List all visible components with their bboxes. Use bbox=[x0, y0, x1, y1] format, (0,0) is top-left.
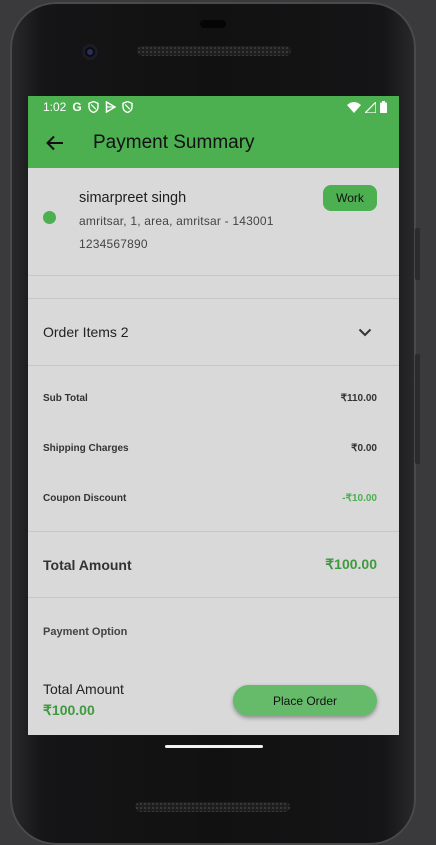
status-bar: 1:02 G bbox=[28, 96, 399, 118]
shield-icon bbox=[122, 101, 133, 113]
address-name: simarpreet singh bbox=[79, 190, 187, 206]
play-store-icon bbox=[105, 101, 116, 113]
footer-total-value: ₹100.00 bbox=[43, 702, 95, 718]
address-card[interactable]: simarpreet singh amritsar, 1, area, amri… bbox=[28, 168, 399, 276]
payment-option-section: Payment Option bbox=[28, 598, 399, 660]
place-order-button[interactable]: Place Order bbox=[233, 685, 377, 716]
battery-icon bbox=[380, 101, 387, 113]
status-time: 1:02 bbox=[43, 100, 67, 114]
arrow-back-icon bbox=[46, 135, 63, 151]
home-indicator[interactable] bbox=[165, 745, 263, 748]
total-amount-label: Total Amount bbox=[43, 556, 132, 573]
address-line: amritsar, 1, area, amritsar - 143001 bbox=[79, 214, 274, 228]
order-items-expander[interactable]: Order Items 2 bbox=[28, 299, 399, 366]
subtotal-label: Sub Total bbox=[43, 393, 88, 404]
shield-icon bbox=[88, 101, 99, 113]
address-phone: 1234567890 bbox=[79, 237, 148, 251]
back-button[interactable] bbox=[30, 118, 80, 168]
wifi-icon bbox=[347, 101, 361, 113]
address-tag-badge: Work bbox=[323, 185, 377, 211]
shipping-row: Shipping Charges ₹0.00 bbox=[43, 443, 377, 454]
divider bbox=[28, 276, 399, 299]
shipping-value: ₹0.00 bbox=[351, 443, 377, 454]
price-summary: Sub Total ₹110.00 Shipping Charges ₹0.00… bbox=[28, 366, 399, 532]
top-speaker bbox=[137, 46, 291, 56]
payment-option-label: Payment Option bbox=[43, 626, 128, 638]
front-camera bbox=[82, 44, 98, 60]
app-screen: 1:02 G Payment Summary simarpreet singh … bbox=[28, 96, 399, 735]
power-button bbox=[415, 228, 420, 280]
coupon-row: Coupon Discount -₹10.00 bbox=[43, 493, 377, 504]
signal-icon bbox=[365, 101, 376, 113]
coupon-value: -₹10.00 bbox=[342, 493, 377, 504]
address-radio[interactable] bbox=[43, 211, 56, 224]
order-items-label: Order Items 2 bbox=[43, 324, 129, 340]
subtotal-row: Sub Total ₹110.00 bbox=[43, 393, 377, 404]
shipping-label: Shipping Charges bbox=[43, 443, 129, 454]
app-bar: Payment Summary bbox=[28, 118, 399, 168]
chevron-down-icon[interactable] bbox=[355, 322, 375, 342]
earpiece bbox=[200, 20, 226, 28]
volume-button bbox=[415, 354, 420, 464]
coupon-label: Coupon Discount bbox=[43, 493, 127, 504]
page-title: Payment Summary bbox=[93, 132, 255, 153]
google-icon: G bbox=[72, 100, 82, 114]
checkout-footer: Total Amount ₹100.00 Place Order bbox=[28, 660, 399, 735]
total-amount-value: ₹100.00 bbox=[325, 556, 377, 572]
footer-total-label: Total Amount bbox=[43, 681, 124, 697]
subtotal-value: ₹110.00 bbox=[340, 393, 377, 404]
total-amount-row: Total Amount ₹100.00 bbox=[28, 532, 399, 598]
bottom-speaker bbox=[135, 802, 290, 812]
